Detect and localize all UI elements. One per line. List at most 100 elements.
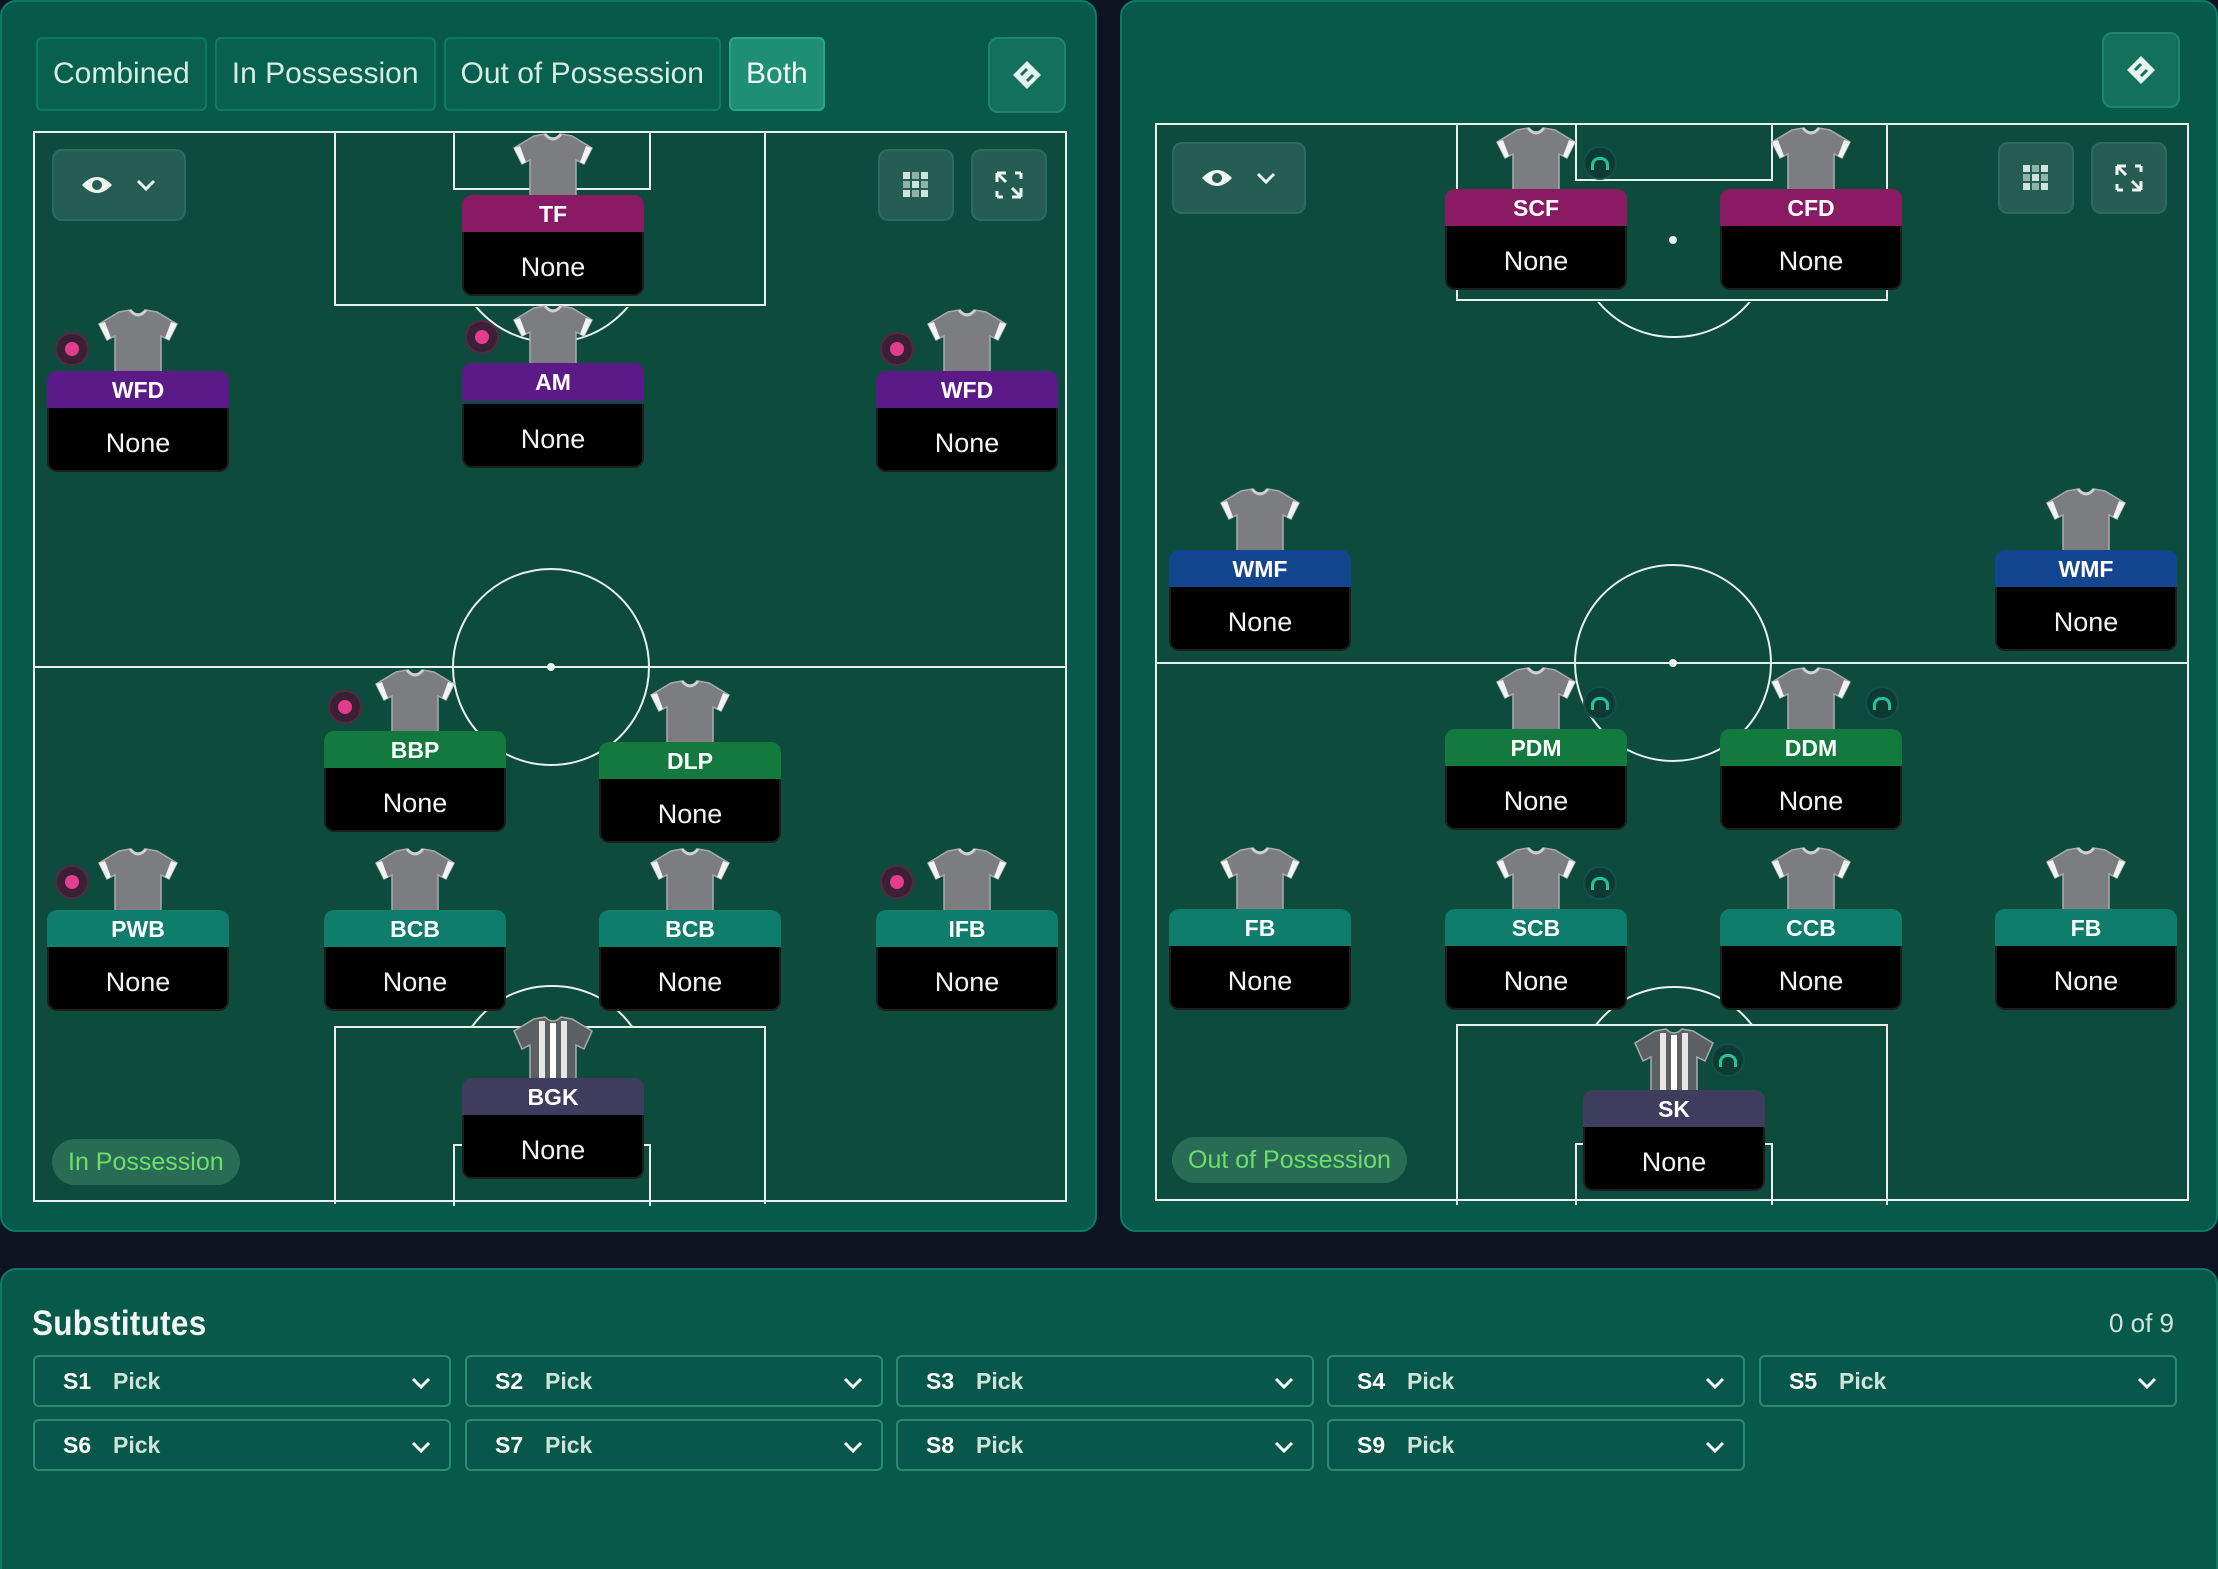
player-slot-bbp[interactable]: BBP None — [324, 668, 506, 832]
sub-select-s1[interactable]: S1 Pick — [33, 1355, 451, 1407]
player-name: None — [876, 947, 1058, 1011]
shirt-icon — [1495, 846, 1577, 916]
visibility-dropdown[interactable] — [1172, 142, 1306, 214]
visibility-dropdown[interactable] — [52, 149, 186, 221]
trait-badge-icon — [880, 332, 914, 366]
player-slot-wmf-left[interactable]: WMF None — [1169, 487, 1351, 651]
sub-select-s6[interactable]: S6 Pick — [33, 1419, 451, 1471]
tactics-icon — [2127, 56, 2155, 84]
shirt-icon — [374, 847, 456, 917]
player-slot-wfd-right[interactable]: WFD None — [876, 308, 1058, 472]
eye-icon — [82, 177, 112, 193]
sub-slot-number: S4 — [1357, 1367, 1386, 1394]
shirt-icon — [374, 668, 456, 738]
sub-select-s2[interactable]: S2 Pick — [465, 1355, 883, 1407]
shirt-icon — [512, 132, 594, 202]
player-slot-wfd-left[interactable]: WFD None — [47, 308, 229, 472]
grid-toggle-button[interactable] — [878, 149, 954, 221]
out-of-possession-panel: Out of Possession SCF None CFD None WMF … — [1120, 0, 2218, 1232]
shirt-icon — [1495, 126, 1577, 196]
sub-slot-value: Pick — [545, 1367, 593, 1394]
shirt-icon — [97, 308, 179, 378]
player-name: None — [462, 1115, 644, 1179]
grid-icon — [2023, 165, 2048, 190]
player-name: None — [324, 947, 506, 1011]
role-label: DLP — [599, 742, 781, 780]
player-slot-cfd[interactable]: CFD None — [1720, 126, 1902, 290]
player-slot-tf[interactable]: TF None — [462, 132, 644, 296]
trait-badge-icon — [1583, 866, 1617, 900]
tactics-icon-button[interactable] — [2102, 32, 2180, 108]
player-slot-scb[interactable]: SCB None — [1445, 846, 1627, 1010]
sub-select-s3[interactable]: S3 Pick — [896, 1355, 1314, 1407]
player-slot-ifb[interactable]: IFB None — [876, 847, 1058, 1011]
center-spot — [547, 663, 555, 671]
player-slot-bcb-right[interactable]: BCB None — [599, 847, 781, 1011]
sub-slot-value: Pick — [113, 1431, 161, 1458]
sub-select-s9[interactable]: S9 Pick — [1327, 1419, 1745, 1471]
penalty-spot-top — [1669, 236, 1677, 244]
player-slot-ddm[interactable]: DDM None — [1720, 666, 1902, 830]
player-slot-wmf-right[interactable]: WMF None — [1995, 487, 2177, 651]
sub-select-s4[interactable]: S4 Pick — [1327, 1355, 1745, 1407]
role-label: BGK — [462, 1078, 644, 1116]
player-slot-scf[interactable]: SCF None — [1445, 126, 1627, 290]
chevron-down-icon — [411, 1441, 431, 1454]
sub-select-s5[interactable]: S5 Pick — [1759, 1355, 2177, 1407]
expand-button[interactable] — [971, 149, 1047, 221]
role-label: AM — [462, 363, 644, 401]
shirt-icon — [1495, 666, 1577, 736]
player-name: None — [1995, 946, 2177, 1010]
chevron-down-icon — [2137, 1377, 2157, 1390]
tactics-icon — [1013, 61, 1041, 89]
trait-badge-icon — [1583, 686, 1617, 720]
chevron-down-icon — [1705, 1377, 1725, 1390]
gk-shirt-icon — [512, 1015, 594, 1085]
player-name: None — [1169, 946, 1351, 1010]
shirt-icon — [2045, 846, 2127, 916]
role-label: SK — [1583, 1090, 1765, 1128]
tab-out-of-possession[interactable]: Out of Possession — [443, 37, 721, 111]
player-name: None — [47, 947, 229, 1011]
player-name: None — [876, 408, 1058, 472]
sub-slot-number: S5 — [1789, 1367, 1818, 1394]
shirt-icon — [2045, 487, 2127, 557]
tab-both[interactable]: Both — [729, 37, 825, 111]
tab-combined[interactable]: Combined — [36, 37, 207, 111]
player-name: None — [324, 768, 506, 832]
tab-in-possession[interactable]: In Possession — [214, 37, 436, 111]
tactics-icon-button[interactable] — [988, 37, 1066, 113]
grid-toggle-button[interactable] — [1998, 142, 2074, 214]
role-label: CFD — [1720, 189, 1902, 227]
sub-select-s8[interactable]: S8 Pick — [896, 1419, 1314, 1471]
player-name: None — [599, 947, 781, 1011]
player-slot-fb-left[interactable]: FB None — [1169, 846, 1351, 1010]
trait-badge-icon — [880, 865, 914, 899]
player-slot-fb-right[interactable]: FB None — [1995, 846, 2177, 1010]
player-name: None — [1995, 587, 2177, 651]
substitutes-panel: Substitutes 0 of 9 S1 Pick S2 Pick S3 Pi… — [0, 1268, 2218, 1569]
chevron-down-icon — [1274, 1377, 1294, 1390]
player-slot-dlp[interactable]: DLP None — [599, 679, 781, 843]
shirt-icon — [649, 847, 731, 917]
role-label: IFB — [876, 910, 1058, 948]
sub-slot-number: S9 — [1357, 1431, 1386, 1458]
player-slot-ccb[interactable]: CCB None — [1720, 846, 1902, 1010]
player-slot-pdm[interactable]: PDM None — [1445, 666, 1627, 830]
chevron-down-icon — [1274, 1441, 1294, 1454]
sub-slot-value: Pick — [113, 1367, 161, 1394]
player-name: None — [599, 779, 781, 843]
player-slot-bcb-left[interactable]: BCB None — [324, 847, 506, 1011]
player-slot-bgk[interactable]: BGK None — [462, 1015, 644, 1179]
player-slot-sk[interactable]: SK None — [1583, 1027, 1765, 1191]
substitutes-title: Substitutes — [32, 1304, 207, 1343]
player-slot-am[interactable]: AM None — [462, 304, 644, 468]
gk-shirt-icon — [1633, 1027, 1715, 1097]
chevron-down-icon — [1256, 172, 1276, 185]
player-slot-pwb[interactable]: PWB None — [47, 847, 229, 1011]
shirt-icon — [1770, 126, 1852, 196]
expand-button[interactable] — [2091, 142, 2167, 214]
sub-select-s7[interactable]: S7 Pick — [465, 1419, 883, 1471]
in-possession-panel: Combined In Possession Out of Possession… — [0, 0, 1097, 1232]
grid-icon — [903, 172, 928, 197]
